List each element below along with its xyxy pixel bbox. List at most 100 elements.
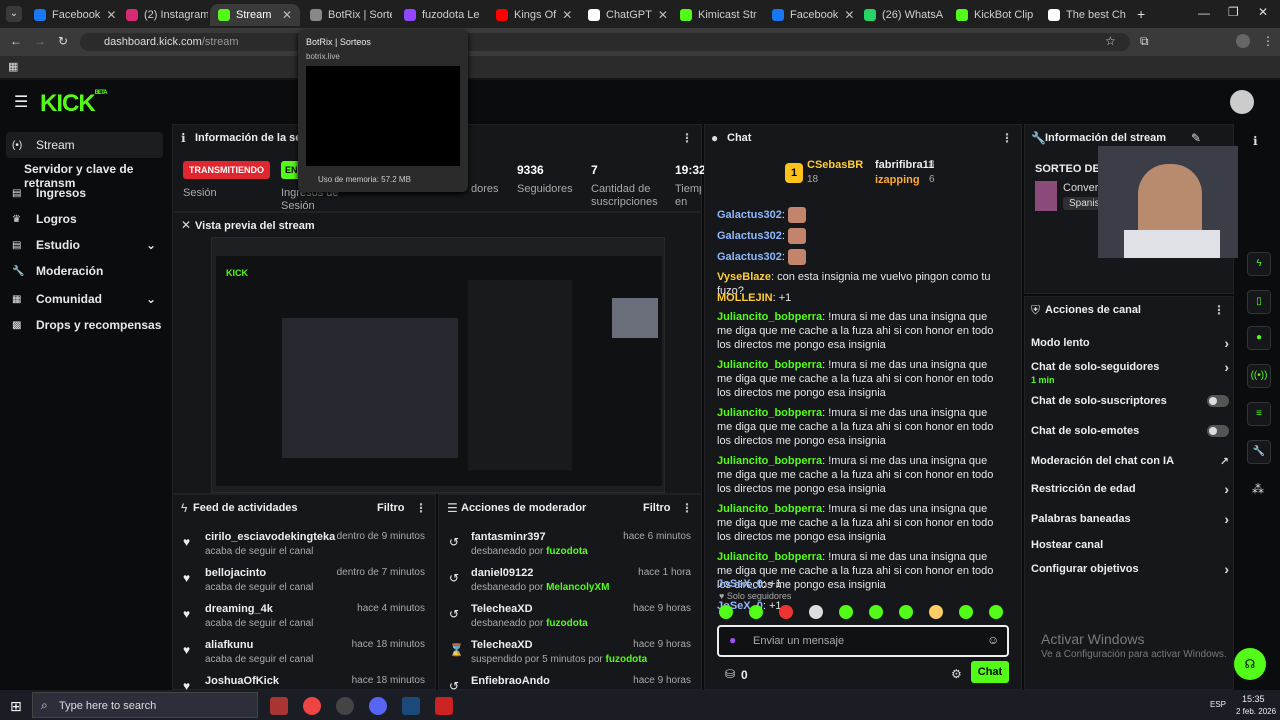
emote-button[interactable]	[839, 605, 853, 619]
modactions-more-icon[interactable]: ⋮	[681, 501, 693, 515]
tab-3[interactable]: BotRix | Sorte✕	[302, 4, 392, 26]
bookmark-star-icon[interactable]: ☆	[1105, 34, 1116, 48]
profile-icon[interactable]	[1236, 34, 1250, 48]
tab-close-icon[interactable]: ✕	[844, 8, 854, 22]
emote-button[interactable]	[899, 605, 913, 619]
edit-icon[interactable]: ✎	[1191, 131, 1201, 145]
channel-action-row[interactable]: Palabras baneadas ›	[1031, 511, 1231, 527]
tab-close-icon[interactable]: ✕	[106, 8, 116, 22]
windows-start-icon[interactable]: ⊞	[10, 698, 22, 715]
activity-filter-button[interactable]: Filtro	[377, 502, 405, 514]
browser-menu-icon[interactable]: ⋮	[1262, 34, 1274, 48]
sidebar-item-0[interactable]: (•) Stream	[6, 132, 163, 158]
rail-wrench-icon[interactable]: 🔧	[1247, 440, 1271, 464]
activity-user[interactable]: cirilo_esciavodekingteka	[205, 531, 335, 543]
chat-username[interactable]: Galactus302	[717, 251, 782, 263]
sidebar-item-7[interactable]: ▩ Drops y recompensas	[12, 318, 161, 332]
tab-close-icon[interactable]: ✕	[486, 8, 487, 22]
channel-action-row[interactable]: Restricción de edad ›	[1031, 481, 1231, 497]
moderator-name[interactable]: fuzodota	[606, 654, 648, 665]
tab-1[interactable]: (2) Instagram✕	[118, 4, 208, 26]
url-bar[interactable]: dashboard.kick.com/stream	[80, 33, 1130, 51]
close-icon[interactable]: ✕	[181, 218, 191, 232]
activity-user[interactable]: JoshuaOfKick	[205, 675, 279, 687]
reload-icon[interactable]: ↻	[58, 34, 68, 48]
sidebar-item-6[interactable]: ▦ Comunidad ⌄	[12, 292, 156, 306]
obs-icon[interactable]	[336, 697, 354, 715]
activity-more-icon[interactable]: ⋮	[415, 501, 427, 515]
kick-logo[interactable]: KICKBETA	[40, 90, 108, 118]
tab-10[interactable]: KickBot Clip✕	[948, 4, 1038, 26]
tab-4[interactable]: fuzodota Le ✕	[396, 4, 486, 26]
emote-button[interactable]	[749, 605, 763, 619]
chat-more-icon[interactable]: ⋮	[1001, 131, 1013, 145]
tab-search-icon[interactable]: ⌄	[6, 6, 22, 22]
modaction-user[interactable]: TelecheaXD	[471, 603, 533, 615]
modaction-user[interactable]: TelecheaXD	[471, 639, 533, 651]
restore-button[interactable]: ❐	[1228, 5, 1239, 19]
modaction-user[interactable]: fantasminr397	[471, 531, 546, 543]
tab-close-icon[interactable]: ✕	[282, 8, 292, 22]
tab-5[interactable]: Kings Of ✕	[488, 4, 578, 26]
emote-button[interactable]	[809, 605, 823, 619]
chat-username[interactable]: JoSeX_0	[717, 578, 763, 590]
emote-button[interactable]	[779, 605, 793, 619]
user-avatar[interactable]	[1230, 90, 1254, 114]
rail-chat-icon[interactable]: ●	[1247, 326, 1271, 350]
modaction-user[interactable]: EnfiebraoAndo	[471, 675, 550, 687]
chat-username[interactable]: Juliancito_bobperra	[717, 503, 822, 515]
chat-settings-icon[interactable]: ⚙	[951, 667, 962, 681]
back-icon[interactable]: ←	[10, 34, 22, 48]
channel-action-row[interactable]: Chat de solo-suscriptores	[1031, 395, 1231, 407]
channel-action-row[interactable]: Configurar objetivos ›	[1031, 561, 1231, 577]
moderator-name[interactable]: fuzodota	[546, 618, 588, 629]
chat-username[interactable]: Juliancito_bobperra	[717, 455, 822, 467]
app-icon-1[interactable]	[270, 697, 288, 715]
apps-icon[interactable]: ▦	[8, 60, 18, 73]
emote-button[interactable]	[719, 605, 733, 619]
forward-icon[interactable]: →	[34, 34, 46, 48]
tab-2[interactable]: Stream ✕	[210, 4, 300, 26]
modactions-filter-button[interactable]: Filtro	[643, 502, 671, 514]
minimize-button[interactable]: —	[1198, 6, 1210, 20]
activity-user[interactable]: aliafkunu	[205, 639, 253, 651]
channel-action-row[interactable]: Modo lento ›	[1031, 335, 1231, 351]
chat-input[interactable]: ● Enviar un mensaje ☺	[717, 625, 1009, 657]
rail-bolt-icon[interactable]: ϟ	[1247, 252, 1271, 276]
chat-username[interactable]: Galactus302	[717, 230, 782, 242]
chat-username[interactable]: Juliancito_bobperra	[717, 359, 822, 371]
channel-action-row[interactable]: Moderación del chat con IA ↗	[1031, 455, 1231, 468]
channel-action-row[interactable]: Chat de solo-emotes	[1031, 425, 1231, 437]
tab-close-icon[interactable]: ✕	[562, 8, 572, 22]
support-button[interactable]: ☊	[1234, 648, 1266, 680]
tab-8[interactable]: Facebook ✕	[764, 4, 854, 26]
session-more-icon[interactable]: ⋮	[681, 131, 693, 145]
emote-button[interactable]	[959, 605, 973, 619]
stream-preview-video[interactable]: KICK	[211, 237, 665, 493]
chrome-icon[interactable]	[303, 697, 321, 715]
emote-button[interactable]	[989, 605, 1003, 619]
sidebar-item-4[interactable]: ▤ Estudio ⌄	[12, 238, 156, 252]
chat-username[interactable]: VyseBlaze	[717, 271, 771, 283]
taskbar-search[interactable]: ⌕ Type here to search	[32, 692, 258, 718]
chat-username[interactable]: Juliancito_bobperra	[717, 407, 822, 419]
tab-9[interactable]: (26) WhatsA✕	[856, 4, 946, 26]
toggle-switch[interactable]	[1207, 425, 1229, 437]
extensions-icon[interactable]: ⧉	[1140, 34, 1149, 49]
sidebar-item-3[interactable]: ♛ Logros	[12, 212, 77, 226]
tab-close-icon[interactable]: ✕	[658, 8, 668, 22]
emote-button[interactable]	[929, 605, 943, 619]
close-window-button[interactable]: ✕	[1258, 5, 1268, 19]
channel-actions-more-icon[interactable]: ⋮	[1213, 303, 1225, 317]
rail-broadcast-icon[interactable]: ((•))	[1247, 364, 1271, 388]
tab-6[interactable]: ChatGPT ✕	[580, 4, 670, 26]
tab-0[interactable]: Facebook ✕	[26, 4, 116, 26]
modaction-user[interactable]: daniel09122	[471, 567, 533, 579]
rail-grid-icon[interactable]: ⁂	[1252, 482, 1264, 496]
chat-username[interactable]: Juliancito_bobperra	[717, 311, 822, 323]
discord-icon[interactable]	[369, 697, 387, 715]
info-rail-icon[interactable]: ℹ	[1253, 134, 1258, 148]
emote-button[interactable]	[869, 605, 883, 619]
new-tab-button[interactable]: +	[1137, 6, 1145, 22]
steam-icon[interactable]	[402, 697, 420, 715]
